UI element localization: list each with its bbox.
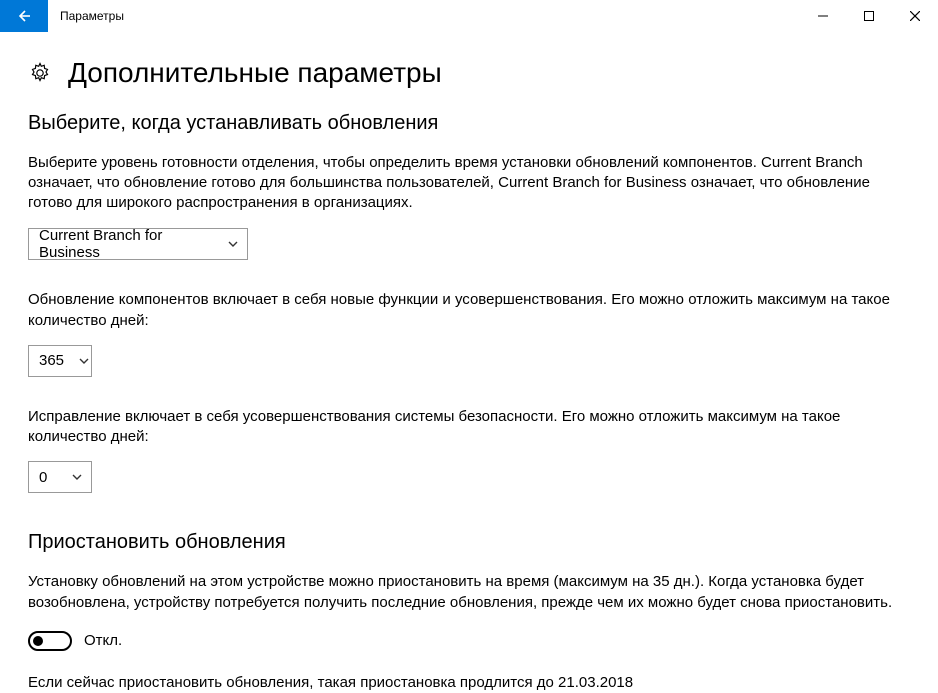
pause-until-text: Если сейчас приостановить обновления, та…	[28, 673, 898, 693]
branch-readiness-dropdown[interactable]: Current Branch for Business	[28, 228, 248, 260]
feature-defer-days-dropdown[interactable]: 365	[28, 345, 92, 377]
close-button[interactable]	[892, 0, 938, 32]
pause-toggle-row: Откл.	[28, 631, 910, 651]
minimize-icon	[818, 11, 828, 21]
titlebar-spacer	[136, 0, 800, 32]
back-button[interactable]	[0, 0, 48, 32]
choose-description: Выберите уровень готовности отделения, ч…	[28, 153, 898, 214]
maximize-button[interactable]	[846, 0, 892, 32]
quality-update-text: Исправление включает в себя усовершенств…	[28, 407, 898, 448]
quality-defer-days-dropdown[interactable]: 0	[28, 461, 92, 493]
chevron-down-icon	[78, 355, 90, 367]
gear-icon	[28, 61, 52, 85]
page-title: Дополнительные параметры	[68, 56, 442, 90]
chevron-down-icon	[227, 238, 239, 250]
pause-description: Установку обновлений на этом устройстве …	[28, 572, 898, 613]
minimize-button[interactable]	[800, 0, 846, 32]
feature-defer-days-value: 365	[39, 352, 64, 369]
pause-toggle[interactable]	[28, 631, 72, 651]
maximize-icon	[864, 11, 874, 21]
section-pause: Приостановить обновления Установку обнов…	[28, 531, 910, 693]
quality-defer-days-value: 0	[39, 469, 47, 486]
page-header: Дополнительные параметры	[28, 56, 910, 90]
titlebar: Параметры	[0, 0, 938, 32]
toggle-knob	[33, 636, 43, 646]
section-choose-title: Выберите, когда устанавливать обновления	[28, 112, 910, 135]
chevron-down-icon	[71, 471, 83, 483]
pause-toggle-label: Откл.	[84, 632, 122, 649]
feature-update-text: Обновление компонентов включает в себя н…	[28, 290, 898, 331]
close-icon	[910, 11, 920, 21]
content-area: Дополнительные параметры Выберите, когда…	[0, 32, 938, 693]
window-title: Параметры	[48, 0, 136, 32]
arrow-left-icon	[16, 8, 32, 24]
branch-readiness-value: Current Branch for Business	[39, 227, 213, 261]
section-pause-title: Приостановить обновления	[28, 531, 910, 554]
